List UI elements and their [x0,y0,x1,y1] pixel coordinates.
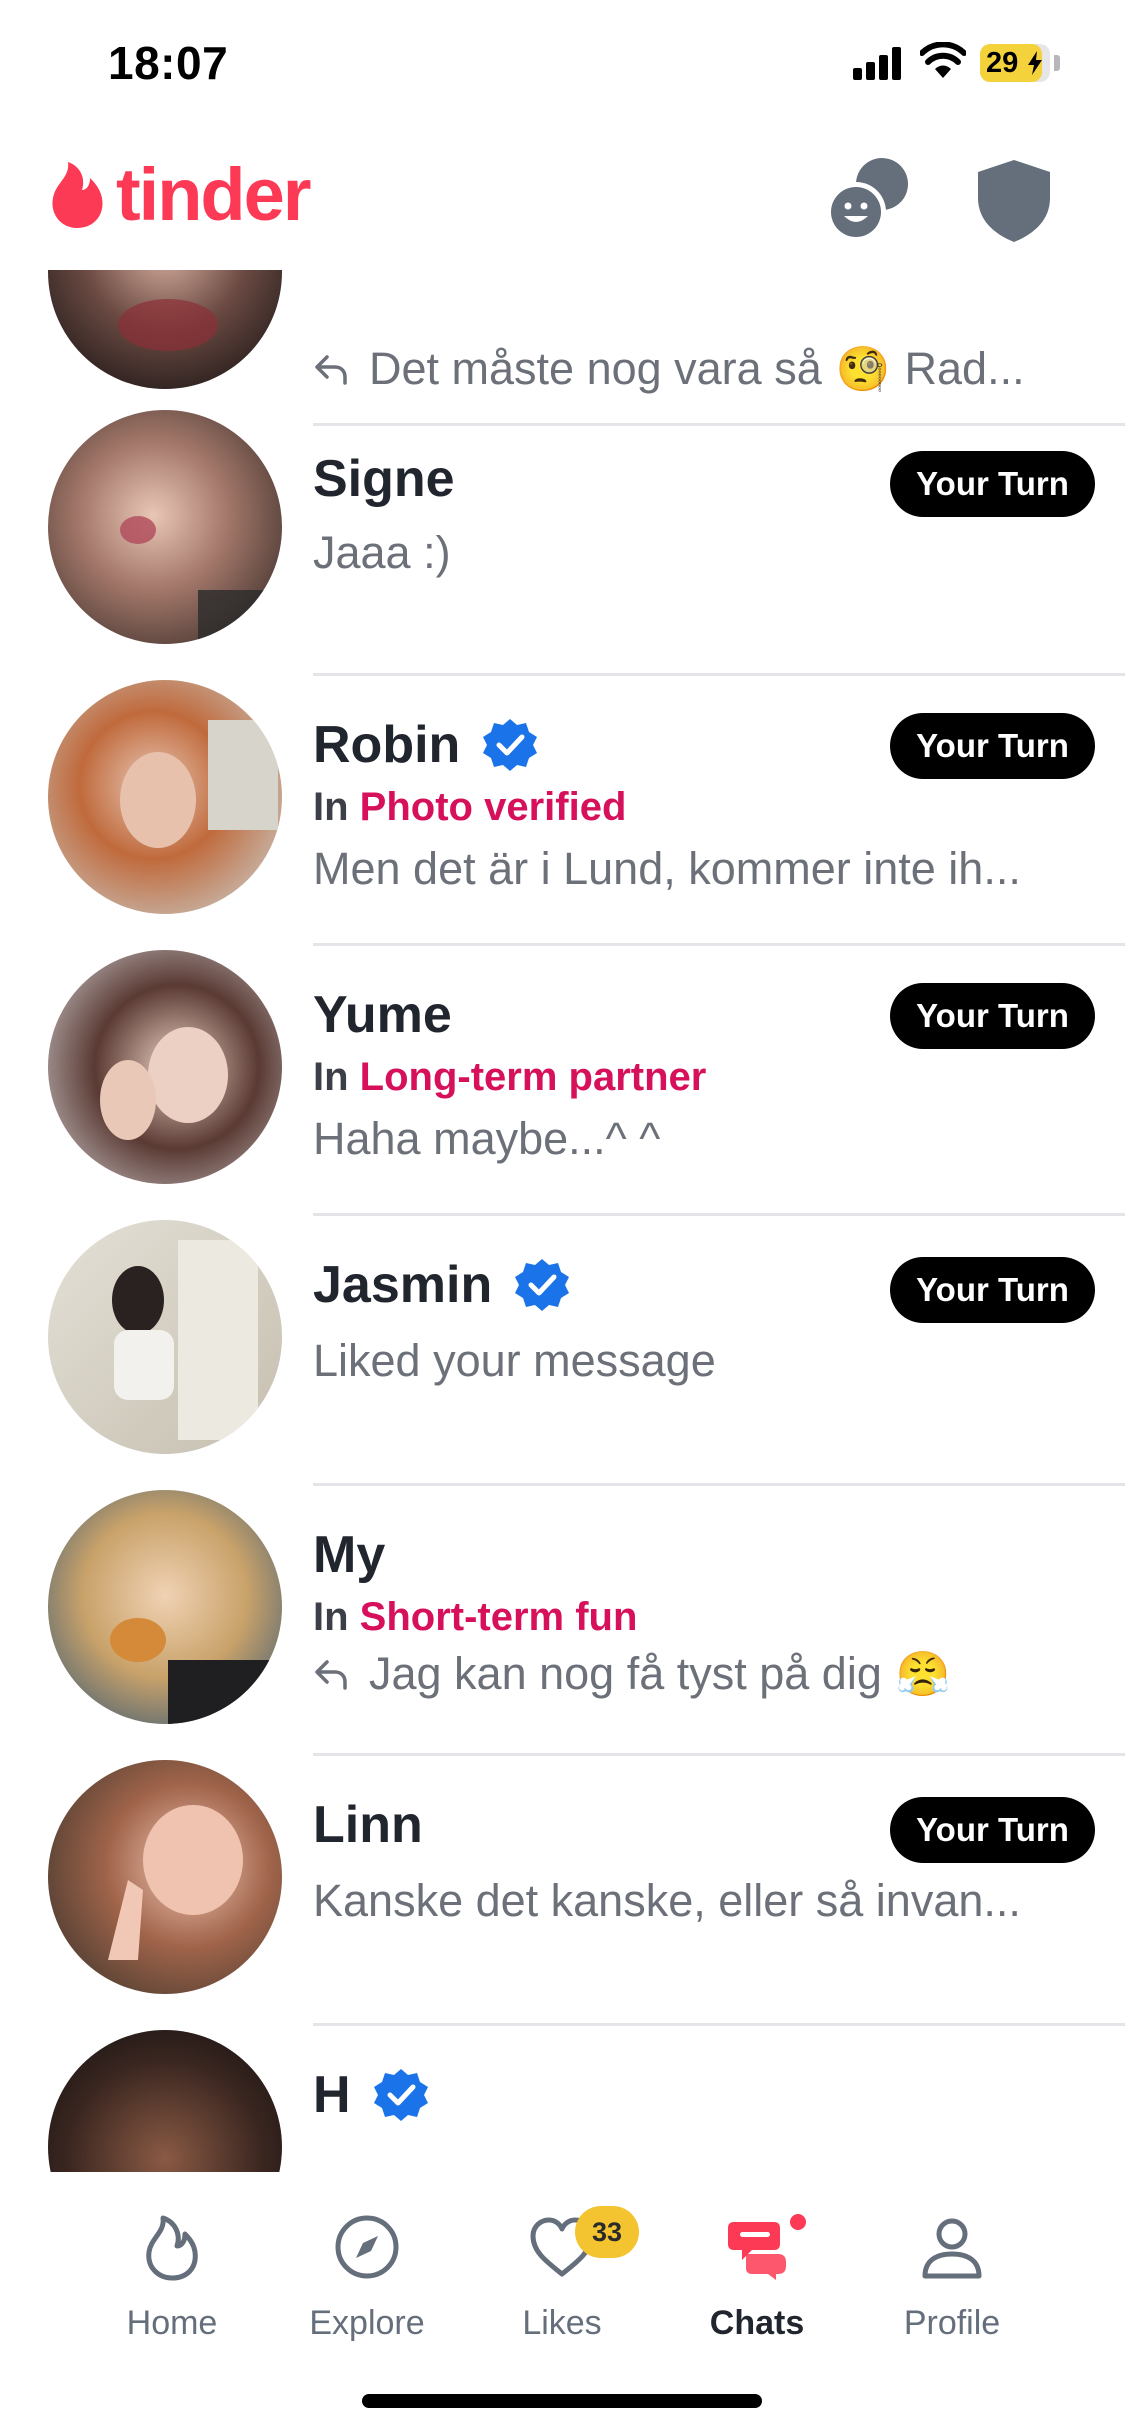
tab-likes[interactable]: 33 Likes [467,2206,657,2372]
contact-name: Signe [313,450,455,508]
unread-dot [790,2214,806,2230]
contact-name: H [313,2065,429,2125]
flame-logo-icon [52,162,103,228]
verified-badge-icon [483,719,538,771]
last-message: Jag kan nog få tyst på dig 😤 [313,1648,1093,1700]
tab-profile[interactable]: Profile [857,2212,1047,2372]
last-message: Men det är i Lund, kommer inte ih... [313,843,1021,894]
relationship-intent: In Photo verified [313,785,627,829]
battery-icon: 29 [980,44,1050,82]
matchmaker-icon[interactable] [822,152,918,248]
contact-name: Yume [313,986,452,1044]
your-turn-badge: Your Turn [890,713,1095,779]
likes-count-badge: 33 [575,2206,639,2258]
chat-row-linn[interactable]: Linn Kanske det kanske, eller så invan..… [0,1755,1125,2026]
tab-explore[interactable]: Explore [272,2212,462,2372]
last-message: Kanske det kanske, eller så invan... [313,1875,1021,1926]
your-turn-badge: Your Turn [890,1797,1095,1863]
tinder-logo[interactable]: tinder [48,153,312,236]
your-turn-badge: Your Turn [890,1257,1095,1323]
flame-outline-icon [146,2215,198,2281]
avatar [48,410,282,644]
status-time: 18:07 [108,37,229,89]
avatar [48,950,282,1184]
avatar [48,2030,282,2172]
chat-bubbles-icon [728,2222,786,2280]
chat-row[interactable]: Det måste nog vara så 🧐 Rad... [0,270,1125,426]
verified-badge-icon [515,1259,570,1311]
person-outline-icon [922,2218,982,2279]
last-message: Det måste nog vara så 🧐 Rad... [313,343,1093,395]
avatar [48,680,282,914]
contact-name: Jasmin [313,1255,570,1315]
compass-icon [335,2215,399,2279]
relationship-intent: In Long-term partner [313,1055,707,1099]
tab-home[interactable]: Home [77,2212,267,2372]
chat-row-robin[interactable]: Robin In Photo verified Men det är i Lun… [0,675,1125,946]
chat-list[interactable]: Det måste nog vara så 🧐 Rad... Signe Jaa… [0,270,1125,2172]
steam-face-emoji: 😤 [895,1650,951,1699]
avatar [48,270,282,389]
contact-name: My [313,1526,386,1584]
your-turn-badge: Your Turn [890,451,1095,517]
last-message: Jaaa :) [313,527,451,578]
safety-shield-icon[interactable] [966,152,1062,248]
contact-name: Linn [313,1796,423,1854]
chat-row-jasmin[interactable]: Jasmin Liked your message Your Turn [0,1215,1125,1486]
tab-chats[interactable]: Chats [662,2212,852,2372]
cellular-signal-icon [853,46,903,80]
app-header: tinder [0,130,1125,270]
chat-row-h[interactable]: H [0,2025,1125,2172]
reply-arrow-icon [315,1660,347,1690]
home-indicator [362,2394,762,2408]
last-message: Liked your message [313,1335,716,1386]
last-message: Haha maybe...^ ^ [313,1113,661,1164]
contact-name: Robin [313,715,538,775]
avatar [48,1220,282,1454]
relationship-intent: In Short-term fun [313,1595,638,1639]
chat-row-my[interactable]: My In Short-term fun Jag kan nog få tyst… [0,1485,1125,1756]
chat-row-yume[interactable]: Yume In Long-term partner Haha maybe...^… [0,945,1125,1216]
logo-text: tinder [116,153,312,236]
avatar [48,1490,282,1724]
reply-arrow-icon [315,355,347,385]
wifi-icon [920,42,966,78]
status-bar: 18:07 29 [0,0,1125,130]
avatar [48,1760,282,1994]
chat-row-signe[interactable]: Signe Jaaa :) Your Turn [0,405,1125,676]
your-turn-badge: Your Turn [890,983,1095,1049]
battery-level: 29 [986,47,1019,79]
monocle-emoji: 🧐 [835,345,891,394]
verified-badge-icon [373,2069,428,2121]
